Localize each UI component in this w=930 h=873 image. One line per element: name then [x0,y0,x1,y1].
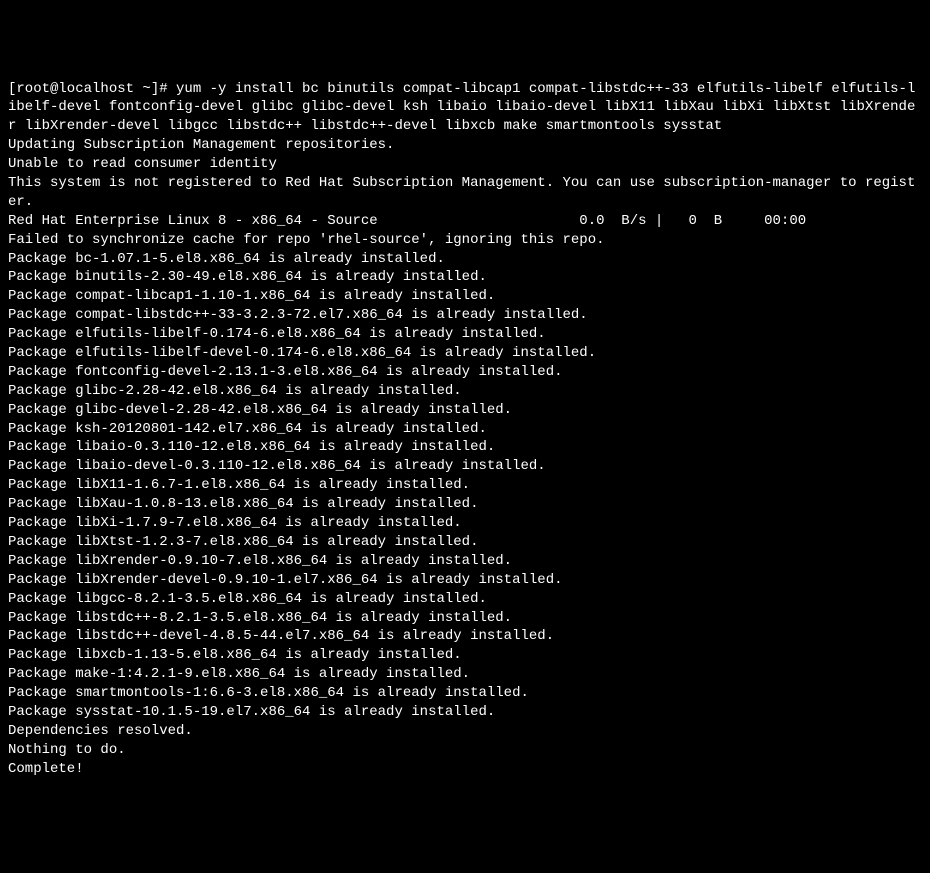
output-line: Updating Subscription Management reposit… [8,136,922,155]
output-line: Package glibc-devel-2.28-42.el8.x86_64 i… [8,401,922,420]
output-line: Nothing to do. [8,741,922,760]
output-line: Package libX11-1.6.7-1.el8.x86_64 is alr… [8,476,922,495]
output-line: Package sysstat-10.1.5-19.el7.x86_64 is … [8,703,922,722]
output-line: Package libaio-devel-0.3.110-12.el8.x86_… [8,457,922,476]
output-line: Package glibc-2.28-42.el8.x86_64 is alre… [8,382,922,401]
terminal-output: Updating Subscription Management reposit… [8,136,922,778]
output-line: Unable to read consumer identity [8,155,922,174]
output-line: Package libXi-1.7.9-7.el8.x86_64 is alre… [8,514,922,533]
output-line: Package libaio-0.3.110-12.el8.x86_64 is … [8,438,922,457]
output-line: Package libXrender-0.9.10-7.el8.x86_64 i… [8,552,922,571]
output-line: Package compat-libstdc++-33-3.2.3-72.el7… [8,306,922,325]
output-line: Package ksh-20120801-142.el7.x86_64 is a… [8,420,922,439]
output-line: Dependencies resolved. [8,722,922,741]
output-line: Package elfutils-libelf-devel-0.174-6.el… [8,344,922,363]
output-line: Package compat-libcap1-1.10-1.x86_64 is … [8,287,922,306]
output-line: Package libstdc++-devel-4.8.5-44.el7.x86… [8,627,922,646]
output-line: Package bc-1.07.1-5.el8.x86_64 is alread… [8,250,922,269]
output-line: Package binutils-2.30-49.el8.x86_64 is a… [8,268,922,287]
output-line: Package libXrender-devel-0.9.10-1.el7.x8… [8,571,922,590]
output-line: Package libXau-1.0.8-13.el8.x86_64 is al… [8,495,922,514]
output-line: Red Hat Enterprise Linux 8 - x86_64 - So… [8,212,922,231]
output-line: Package libstdc++-8.2.1-3.5.el8.x86_64 i… [8,609,922,628]
output-line: Package libxcb-1.13-5.el8.x86_64 is alre… [8,646,922,665]
output-line: Package libgcc-8.2.1-3.5.el8.x86_64 is a… [8,590,922,609]
output-line: Failed to synchronize cache for repo 'rh… [8,231,922,250]
output-line: Complete! [8,760,922,779]
shell-prompt: [root@localhost ~]# [8,81,176,97]
output-line: This system is not registered to Red Hat… [8,174,922,212]
output-line: Package libXtst-1.2.3-7.el8.x86_64 is al… [8,533,922,552]
output-line: Package smartmontools-1:6.6-3.el8.x86_64… [8,684,922,703]
output-line: Package make-1:4.2.1-9.el8.x86_64 is alr… [8,665,922,684]
output-line: Package elfutils-libelf-0.174-6.el8.x86_… [8,325,922,344]
output-line: Package fontconfig-devel-2.13.1-3.el8.x8… [8,363,922,382]
